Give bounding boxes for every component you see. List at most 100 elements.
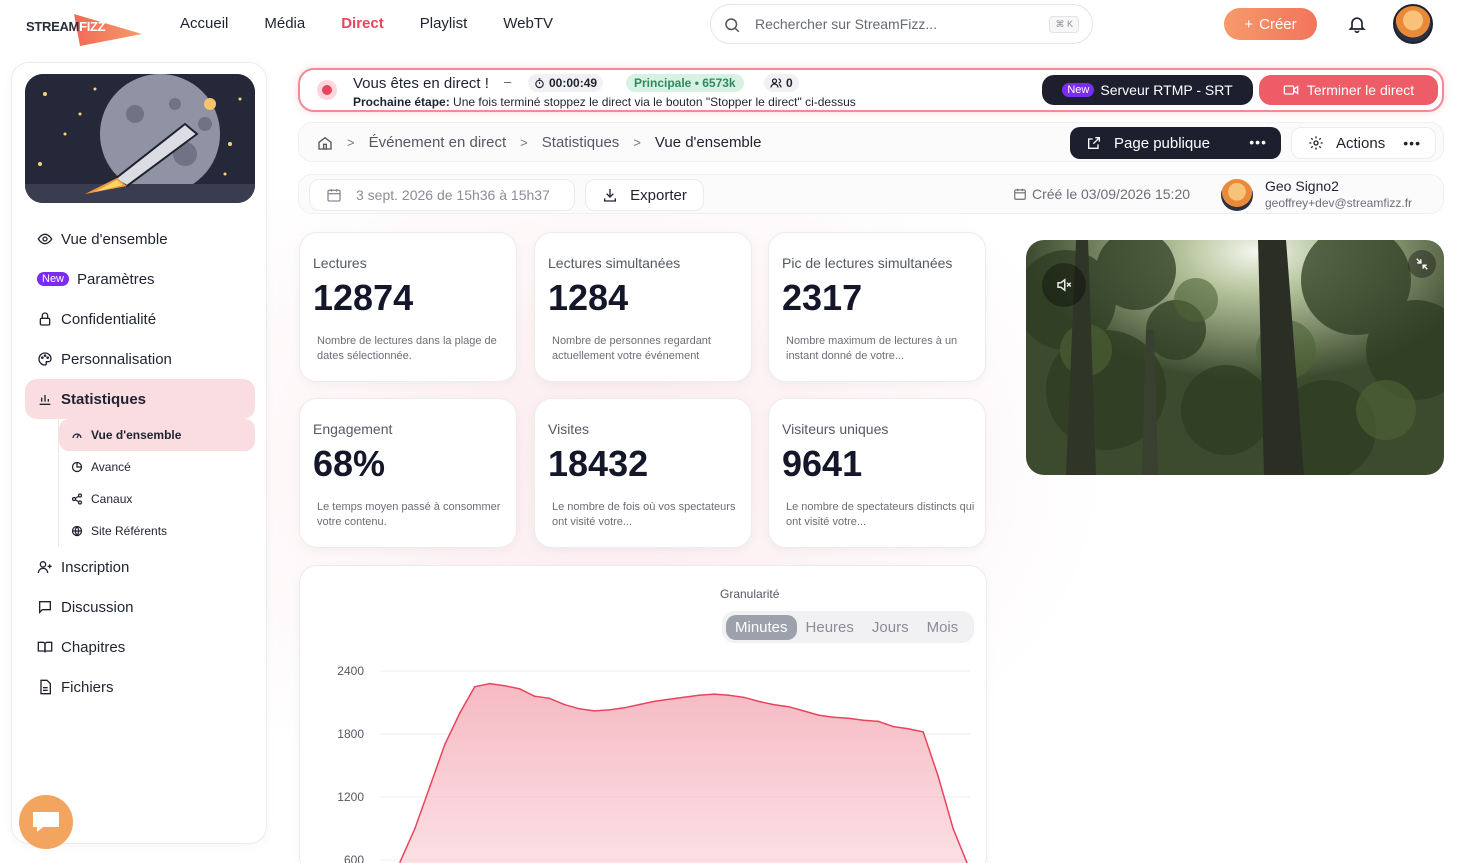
search-box[interactable]: ⌘ K — [710, 4, 1093, 44]
sidebar-item-label: Fichiers — [61, 678, 114, 696]
actions-button[interactable]: Actions ••• — [1291, 127, 1436, 159]
breadcrumb-bar: > Événement en direct > Statistiques > V… — [298, 122, 1444, 162]
sidebar-item-label: Paramètres — [77, 270, 155, 288]
sidebar-item-inscription[interactable]: Inscription — [25, 547, 255, 587]
search-input[interactable] — [755, 14, 1035, 34]
subitem-canaux[interactable]: Canaux — [59, 483, 255, 515]
granularity-option-mois[interactable]: Mois — [918, 615, 968, 640]
data-point — [952, 827, 954, 830]
sidebar-item-parametres[interactable]: New Paramètres — [25, 259, 255, 299]
home-icon[interactable] — [317, 135, 333, 151]
data-point — [683, 696, 685, 699]
stat-value: 18432 — [548, 443, 649, 484]
sidebar-menu: Vue d'ensemble New Paramètres Confidenti… — [25, 219, 255, 707]
y-tick-label: 1200 — [337, 790, 364, 804]
nav-direct[interactable]: Direct — [341, 15, 384, 32]
viewership-area-chart: 2400 1800 1200 600 — [337, 664, 970, 863]
subitem-label: Canaux — [91, 492, 133, 506]
search-shortcut: ⌘ K — [1049, 16, 1079, 33]
sidebar-item-fichiers[interactable]: Fichiers — [25, 667, 255, 707]
streamfizz-logo[interactable]: STREAMFIZZ — [26, 12, 142, 46]
lock-icon — [39, 312, 51, 326]
actions-label: Actions — [1336, 134, 1386, 152]
more-options-icon[interactable]: ••• — [1403, 135, 1421, 151]
breadcrumb-item[interactable]: Événement en direct — [369, 134, 507, 151]
logo-text: STREAMFIZZ — [26, 19, 106, 34]
sidebar-item-vue-ensemble[interactable]: Vue d'ensemble — [25, 219, 255, 259]
y-tick-label: 2400 — [337, 664, 364, 678]
subitem-avance[interactable]: Avancé — [59, 451, 255, 483]
export-button[interactable]: Exporter — [585, 179, 704, 211]
next-step-text: Prochaine étape: Une fois terminé stoppe… — [353, 95, 856, 109]
data-point — [444, 743, 446, 746]
support-chat-button[interactable] — [19, 795, 73, 849]
nav-webtv[interactable]: WebTV — [503, 15, 553, 32]
sidebar-item-label: Confidentialité — [61, 310, 157, 328]
user-plus-icon — [37, 561, 52, 574]
public-page-button[interactable]: Page publique ••• — [1070, 127, 1281, 159]
data-point — [533, 695, 536, 697]
data-point — [668, 698, 670, 701]
author-avatar — [1221, 179, 1253, 211]
book-icon — [37, 641, 53, 653]
granularity-option-heures[interactable]: Heures — [797, 615, 863, 640]
subitem-vue-ensemble[interactable]: Vue d'ensemble — [59, 419, 255, 451]
nav-media[interactable]: Média — [264, 15, 305, 32]
stat-description: Le nombre de fois où vos spectateurs ont… — [552, 501, 736, 528]
area-fill — [400, 683, 968, 863]
create-button[interactable]: + Créer — [1224, 8, 1317, 40]
nav-playlist[interactable]: Playlist — [420, 15, 468, 32]
sidebar-item-label: Vue d'ensemble — [61, 230, 168, 248]
data-point — [653, 700, 655, 703]
more-options-icon[interactable]: ••• — [1249, 134, 1267, 150]
exit-fullscreen-button[interactable] — [1408, 250, 1436, 278]
granularity-option-minutes[interactable]: Minutes — [726, 614, 797, 640]
stat-label: Lectures simultanées — [548, 255, 681, 271]
subitem-site-referents[interactable]: Site Référents — [59, 515, 255, 547]
stat-card-visites: Visites 18432 Le nombre de fois où vos s… — [534, 398, 752, 548]
rtmp-srt-server-button[interactable]: New Serveur RTMP - SRT — [1042, 75, 1253, 105]
nav-accueil[interactable]: Accueil — [180, 15, 228, 32]
sidebar-item-chapitres[interactable]: Chapitres — [25, 627, 255, 667]
stat-label: Visiteurs uniques — [782, 421, 889, 437]
data-point — [892, 725, 895, 728]
data-point — [593, 710, 596, 712]
breadcrumb-item[interactable]: Statistiques — [542, 134, 620, 151]
author-email: geoffrey+dev@streamfizz.fr — [1265, 196, 1413, 210]
sidebar-item-personnalisation[interactable]: Personnalisation — [25, 339, 255, 379]
download-icon — [604, 189, 617, 202]
data-point — [713, 693, 715, 695]
stat-value: 68% — [313, 443, 386, 484]
granularity-option-jours[interactable]: Jours — [863, 615, 918, 640]
end-live-button[interactable]: Terminer le direct — [1259, 75, 1438, 105]
stat-card-lectures: Lectures 12874 Nombre de lectures dans l… — [299, 232, 517, 382]
stat-description: Nombre maximum de lectures à un instant … — [786, 335, 958, 362]
data-point — [638, 703, 640, 706]
main-nav: Accueil Média Direct Playlist WebTV — [180, 15, 589, 32]
author-name: Geo Signo2 — [1265, 178, 1339, 194]
sidebar-item-discussion[interactable]: Discussion — [25, 587, 255, 627]
date-range-picker[interactable]: 3 sept. 2026 de 15h36 à 15h37 — [309, 179, 575, 211]
date-filter-bar: 3 sept. 2026 de 15h36 à 15h37 Exporter C… — [298, 174, 1444, 214]
granularity-label: Granularité — [720, 587, 780, 601]
breadcrumb-item-current: Vue d'ensemble — [654, 134, 762, 151]
subitem-label: Avancé — [91, 460, 131, 474]
sidebar-item-statistiques[interactable]: Statistiques — [25, 379, 255, 419]
data-point — [698, 694, 700, 696]
bar-chart-icon — [39, 395, 51, 405]
stat-description: Nombre de lectures dans la plage de date… — [317, 335, 497, 362]
live-timer: 00:00:49 — [528, 74, 604, 92]
created-date: Créé le 03/09/2026 15:20 — [1013, 186, 1190, 202]
stat-description: Nombre de personnes regardant actuelleme… — [552, 335, 711, 362]
data-point — [907, 728, 909, 730]
bell-icon[interactable] — [1347, 14, 1367, 34]
mute-button[interactable] — [1042, 263, 1086, 307]
data-point — [817, 714, 820, 716]
live-video-preview[interactable] — [1026, 240, 1444, 475]
granularity-selector: Minutes Heures Jours Mois — [722, 611, 974, 643]
data-point — [832, 716, 835, 718]
data-point — [608, 709, 611, 711]
sidebar-item-confidentialite[interactable]: Confidentialité — [25, 299, 255, 339]
user-avatar[interactable] — [1393, 4, 1433, 44]
breadcrumb: > Événement en direct > Statistiques > V… — [317, 134, 761, 151]
